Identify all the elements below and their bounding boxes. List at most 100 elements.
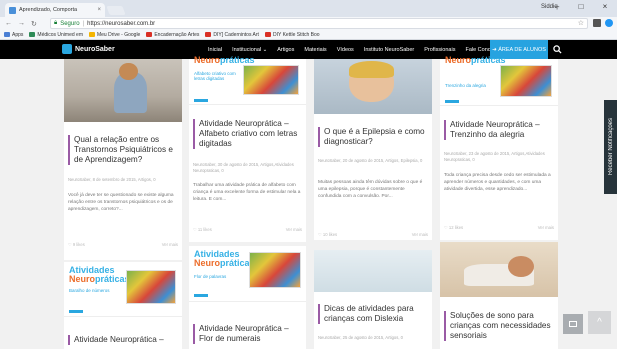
new-tab-button[interactable] (106, 6, 126, 15)
menu-item-artigos[interactable]: Artigos (277, 47, 294, 53)
bookmark-apps[interactable]: Apps (4, 32, 23, 38)
post-excerpt: Trabalhar uma atividade prática de alfab… (193, 183, 301, 202)
close-window-icon[interactable]: × (599, 2, 611, 11)
post-footer: ♡ 9 likes Ver mais (68, 242, 178, 247)
post-meta: NeuroSaber, 25 de agosto de 2015, Artigo… (318, 335, 403, 340)
post-meta: NeuroSaber, 20 de agosto de 2015, Artigo… (318, 158, 423, 163)
activity-photo (249, 252, 301, 288)
unimed-icon (29, 32, 36, 37)
address-bar-row: ← → ↻ 🔒︎ Seguro | https://neurosaber.com… (0, 17, 617, 30)
post-title[interactable]: O que é a Epilepsia e como diagnosticar? (318, 127, 428, 147)
bookmark-cadernintos[interactable]: DIY] Cadernintos Art (205, 32, 259, 38)
bookmark-encadernacao[interactable]: Encadernação Artes (146, 32, 199, 38)
read-more-link[interactable]: Ver mais (538, 225, 554, 230)
reload-icon[interactable]: ↻ (31, 20, 37, 28)
tab-close-icon[interactable]: × (97, 7, 101, 13)
bookmark-kettle[interactable]: DIY Kettle Stitch Boo (264, 32, 320, 38)
image-subtitle: Trenzinho da alegria (445, 83, 486, 88)
post-title[interactable]: Soluções de sono para crianças com neces… (444, 311, 554, 341)
browser-tab[interactable]: Aprendizado, Comporta × (5, 3, 105, 17)
notifications-label: Receber Notificações (607, 118, 614, 176)
post-image[interactable]: Atividades Neuropráticas Flor de palavras (189, 246, 306, 302)
likes-count[interactable]: ♡ 11 likes (193, 227, 212, 232)
menu-item-inicial[interactable]: Inicial (208, 47, 222, 53)
youtube-icon (146, 32, 153, 37)
image-subtitle: Alfabeto criativo com letras digitadas (194, 71, 236, 81)
menu-item-materiais[interactable]: Materiais (304, 47, 326, 53)
post-card[interactable]: Atividades Neuropráticas Flor de palavras… (189, 246, 306, 349)
menu-item-instituto[interactable]: Instituto NeuroSaber (364, 47, 414, 53)
post-card[interactable]: Dicas de atividades para crianças com Di… (314, 250, 432, 349)
forward-icon[interactable]: → (18, 20, 25, 28)
apps-icon (4, 32, 10, 37)
email-button[interactable] (563, 314, 583, 334)
read-more-link[interactable]: Ver mais (412, 232, 428, 237)
bookmark-unimed[interactable]: Médicos Unimed em (29, 32, 83, 38)
scroll-top-button[interactable]: ^ (588, 311, 611, 334)
post-image[interactable] (314, 59, 432, 114)
post-image[interactable] (440, 242, 558, 297)
bookmark-star-icon[interactable]: ☆ (578, 19, 584, 27)
skype-extension-icon[interactable] (605, 19, 613, 27)
post-image[interactable] (314, 250, 432, 292)
post-card[interactable]: Neuropráticas Trenzinho da alegria Ativi… (440, 55, 558, 240)
favicon-icon (9, 6, 16, 14)
post-card[interactable]: O que é a Epilepsia e como diagnosticar?… (314, 59, 432, 240)
browser-titlebar: Aprendizado, Comporta × Siddiq – □ × (0, 0, 617, 17)
bookmark-drive[interactable]: Meu Drive - Google (88, 32, 140, 38)
post-footer: ♡ 12 likes Ver mais (444, 225, 554, 230)
chevron-up-icon: ^ (597, 317, 602, 328)
post-title[interactable]: Atividade Neuroprática – Alfabeto criati… (193, 119, 302, 149)
site-navbar: NeuroSaber Inicial Institucional ⌄ Artig… (0, 40, 617, 59)
url-text[interactable]: https://neurosaber.com.br (87, 21, 155, 27)
likes-count[interactable]: ♡ 9 likes (68, 242, 85, 247)
image-heading: Neuropráticas (194, 55, 255, 65)
post-image[interactable] (64, 59, 182, 122)
neurosaber-logo (194, 294, 208, 297)
post-excerpt: Você já deve ter se questionado se exist… (68, 193, 174, 212)
child-head (508, 255, 535, 277)
post-title[interactable]: Atividade Neuroprática – Flor de numerai… (193, 324, 302, 344)
post-excerpt: Muitas pessoas ainda têm dúvidas sobre o… (318, 180, 423, 199)
extension-icon[interactable] (593, 19, 601, 27)
post-title[interactable]: Dicas de atividades para crianças com Di… (318, 304, 428, 324)
activity-photo (500, 65, 552, 97)
post-image[interactable]: Atividades Neuropráticas Baralho de númer… (64, 262, 182, 317)
post-title[interactable]: Atividade Neuroprática – Trenzinho da al… (444, 120, 554, 140)
post-card[interactable]: Atividades Neuropráticas Baralho de númer… (64, 262, 182, 349)
post-image[interactable]: Neuropráticas Alfabeto criativo com letr… (189, 55, 306, 105)
likes-count[interactable]: ♡ 12 likes (444, 225, 463, 230)
post-card[interactable]: Qual a relação entre os Transtornos Psiq… (64, 59, 182, 260)
drive-icon (88, 32, 95, 37)
post-image[interactable]: Neuropráticas Trenzinho da alegria (440, 55, 558, 106)
post-card[interactable]: Soluções de sono para crianças com neces… (440, 242, 558, 349)
post-title[interactable]: Atividade Neuroprática – (68, 335, 178, 345)
post-excerpt: Toda criança precisa desde cedo ser esti… (444, 173, 551, 192)
image-heading: Atividades Neuropráticas (194, 249, 255, 268)
menu-item-profissionais[interactable]: Profissionais (424, 47, 455, 53)
activity-photo (243, 65, 299, 95)
menu-item-institucional[interactable]: Institucional ⌄ (232, 47, 267, 53)
menu-item-videos[interactable]: Vídeos (337, 47, 354, 53)
window-controls: – □ × (551, 2, 611, 11)
read-more-link[interactable]: Ver mais (286, 227, 302, 232)
lock-icon: 🔒︎ (54, 20, 58, 26)
site-logo[interactable]: NeuroSaber (62, 44, 115, 54)
post-card[interactable]: Neuropráticas Alfabeto criativo com letr… (189, 55, 306, 242)
image-heading: Neuropráticas (445, 55, 506, 65)
post-title[interactable]: Qual a relação entre os Transtornos Psiq… (68, 135, 178, 165)
notifications-tab[interactable]: Receber Notificações (604, 100, 617, 194)
omnibox[interactable]: 🔒︎ Seguro | https://neurosaber.com.br ☆ (50, 18, 588, 29)
back-icon[interactable]: ← (5, 20, 12, 28)
post-meta: NeuroSaber, 8 de setembro de 2015, Artig… (68, 177, 156, 182)
brain-logo-icon (62, 44, 72, 54)
maximize-icon[interactable]: □ (575, 2, 587, 11)
minimize-icon[interactable]: – (551, 2, 563, 11)
read-more-link[interactable]: Ver mais (162, 242, 178, 247)
likes-count[interactable]: ♡ 10 likes (318, 232, 337, 237)
neurosaber-logo (445, 100, 459, 103)
search-icon[interactable] (553, 45, 562, 54)
neurosaber-logo (69, 310, 83, 313)
post-meta: NeuroSaber, 30 de agosto de 2015, Artigo… (193, 162, 294, 173)
activity-photo (126, 270, 176, 304)
